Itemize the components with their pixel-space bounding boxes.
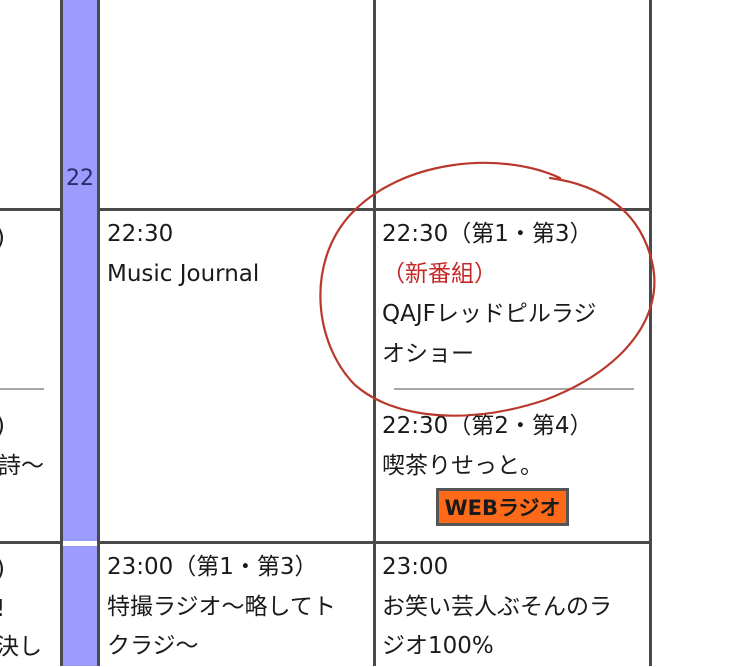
left-cell-text: 決し xyxy=(0,634,42,660)
grid-line xyxy=(373,0,376,666)
program-time: 23:00（第1・第3） xyxy=(107,554,318,580)
program-time: 22:30（第2・第4） xyxy=(382,413,593,439)
web-radio-label: WEBラジオ xyxy=(444,496,561,520)
program-title-link[interactable]: Music Journal xyxy=(107,254,259,294)
grid-line xyxy=(0,541,60,544)
program-time: 22:30（第1・第3） xyxy=(382,221,593,247)
hour-bar xyxy=(63,0,97,541)
program-title-link[interactable]: 喫茶りせっと。 xyxy=(382,446,543,486)
hour-bar-next xyxy=(63,546,97,666)
left-cell-text: ) xyxy=(0,406,5,446)
left-cell-text: ) xyxy=(0,549,5,589)
left-cell-text: ! xyxy=(0,589,5,629)
grid-line xyxy=(0,208,60,211)
program-title-link[interactable]: 特撮ラジオ〜略してト xyxy=(107,587,336,627)
program-time: 23:00 xyxy=(382,554,449,580)
left-separator xyxy=(0,388,44,390)
program-title-link[interactable]: オショー xyxy=(382,334,474,374)
grid-line xyxy=(649,0,652,666)
left-cell-text: 詩〜 xyxy=(0,453,44,479)
hour-label-22: 22 xyxy=(66,166,94,191)
grid-line xyxy=(97,541,652,544)
grid-line xyxy=(97,208,652,211)
new-program-badge: （新番組） xyxy=(382,261,497,287)
grid-line xyxy=(97,0,100,666)
left-cell-text: ) xyxy=(0,218,5,258)
program-separator xyxy=(394,388,634,390)
program-title-link[interactable]: クラジ〜 xyxy=(107,626,199,666)
grid-line xyxy=(60,0,63,666)
program-title-link[interactable]: ジオ100% xyxy=(382,626,494,666)
web-radio-button[interactable]: WEBラジオ xyxy=(436,488,569,526)
program-title-link[interactable]: お笑い芸人ぶそんのラ xyxy=(382,587,612,627)
program-title-link[interactable]: QAJFレッドピルラジ xyxy=(382,294,596,334)
program-time: 22:30 xyxy=(107,221,174,247)
